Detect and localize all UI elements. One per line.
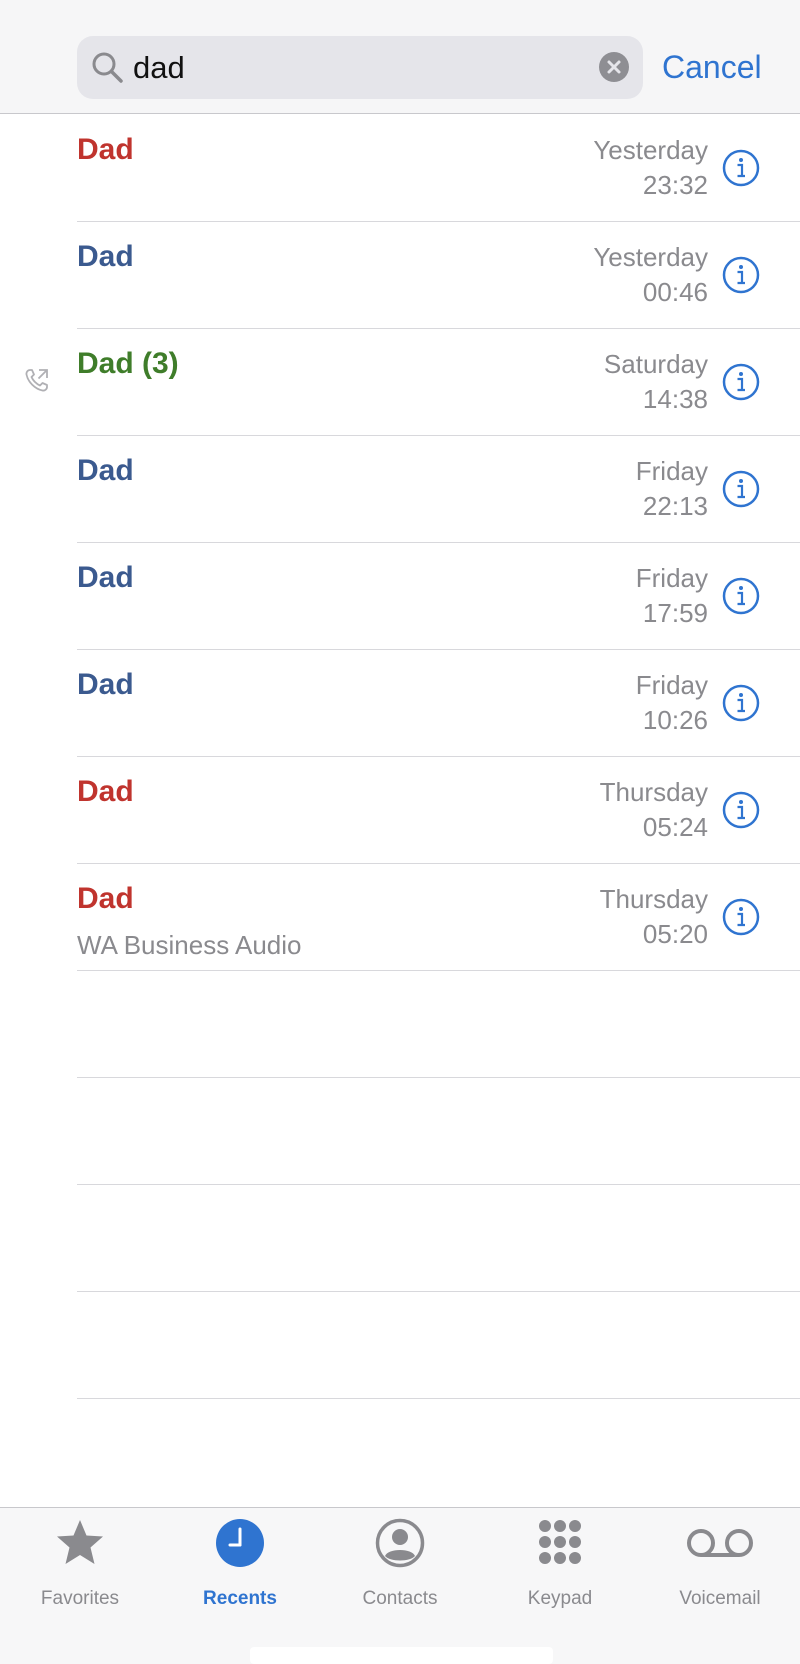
empty-list-row bbox=[0, 1292, 800, 1399]
call-day: Saturday bbox=[603, 349, 708, 379]
info-icon[interactable] bbox=[722, 256, 760, 294]
keypad-icon bbox=[539, 1520, 581, 1564]
call-day: Thursday bbox=[599, 884, 708, 914]
tab-label: Favorites bbox=[40, 1588, 120, 1609]
info-icon[interactable] bbox=[722, 898, 760, 936]
call-timestamp: Thursday 05:24 bbox=[600, 775, 708, 845]
call-row[interactable]: Dad Thursday 05:24 bbox=[0, 757, 800, 864]
tab-voicemail[interactable]: Voicemail bbox=[640, 1508, 800, 1618]
info-icon[interactable] bbox=[722, 577, 760, 615]
voicemail-icon bbox=[687, 1529, 753, 1557]
call-timestamp: Friday 10:26 bbox=[636, 668, 708, 738]
empty-list-row bbox=[0, 1185, 800, 1292]
contact-name: Dad bbox=[77, 133, 134, 166]
call-row[interactable]: Dad Yesterday 23:32 bbox=[0, 115, 800, 222]
call-type-label: WA Business Audio bbox=[77, 930, 302, 960]
call-row[interactable]: Dad Friday 17:59 bbox=[0, 543, 800, 650]
search-icon bbox=[92, 52, 123, 83]
call-day: Friday bbox=[635, 563, 708, 593]
contact-name: Dad (3) bbox=[77, 347, 179, 380]
call-row[interactable]: Dad Friday 10:26 bbox=[0, 650, 800, 757]
clear-search-button[interactable] bbox=[599, 52, 629, 82]
call-time: 00:46 bbox=[642, 277, 708, 307]
tab-label: Keypad bbox=[527, 1588, 593, 1609]
star-icon bbox=[57, 1520, 103, 1564]
search-field[interactable]: dad bbox=[77, 36, 643, 99]
info-icon[interactable] bbox=[722, 791, 760, 829]
outgoing-call-icon bbox=[24, 367, 50, 393]
call-row[interactable]: Dad Friday 22:13 bbox=[0, 436, 800, 543]
tab-bar: Favorites Recents Contacts Keypad Voicem… bbox=[0, 1507, 800, 1664]
call-time: 05:20 bbox=[642, 919, 708, 949]
call-timestamp: Saturday 14:38 bbox=[604, 347, 708, 417]
call-row[interactable]: Dad (3) Saturday 14:38 bbox=[0, 329, 800, 436]
contact-name: Dad bbox=[77, 882, 134, 915]
tab-favorites[interactable]: Favorites bbox=[0, 1508, 160, 1618]
call-day: Friday bbox=[635, 670, 708, 700]
tab-recents[interactable]: Recents bbox=[160, 1508, 320, 1618]
call-time: 10:26 bbox=[642, 705, 708, 735]
tab-label: Contacts bbox=[362, 1588, 438, 1609]
info-icon[interactable] bbox=[722, 149, 760, 187]
search-input[interactable]: dad bbox=[133, 36, 185, 99]
contact-name: Dad bbox=[77, 240, 134, 273]
empty-list-row bbox=[0, 971, 800, 1078]
call-day: Yesterday bbox=[593, 242, 708, 272]
call-time: 23:32 bbox=[642, 170, 708, 200]
call-time: 22:13 bbox=[642, 491, 708, 521]
call-timestamp: Thursday 05:20 bbox=[600, 882, 708, 952]
call-timestamp: Yesterday 00:46 bbox=[593, 240, 708, 310]
call-time: 14:38 bbox=[642, 384, 708, 414]
contact-name: Dad bbox=[77, 454, 134, 487]
tab-label: Recents bbox=[203, 1588, 277, 1609]
call-timestamp: Friday 22:13 bbox=[636, 454, 708, 524]
cancel-button[interactable]: Cancel bbox=[662, 36, 762, 99]
clock-icon bbox=[216, 1519, 264, 1567]
tab-contacts[interactable]: Contacts bbox=[320, 1508, 480, 1618]
search-header: dad Cancel bbox=[0, 0, 800, 114]
person-circle-icon bbox=[375, 1518, 425, 1568]
contact-name: Dad bbox=[77, 668, 134, 701]
tab-label: Voicemail bbox=[679, 1588, 761, 1609]
call-day: Yesterday bbox=[593, 135, 708, 165]
call-row[interactable]: Dad Yesterday 00:46 bbox=[0, 222, 800, 329]
call-day: Thursday bbox=[599, 777, 708, 807]
call-row[interactable]: Dad WA Business Audio Thursday 05:20 bbox=[0, 864, 800, 971]
recent-calls-list: Dad Yesterday 23:32 Dad Yesterday 00:46 Dad (3… bbox=[0, 115, 800, 1399]
close-icon bbox=[607, 60, 621, 74]
contact-name: Dad bbox=[77, 561, 134, 594]
info-icon[interactable] bbox=[722, 684, 760, 722]
call-timestamp: Friday 17:59 bbox=[636, 561, 708, 631]
call-timestamp: Yesterday 23:32 bbox=[593, 133, 708, 203]
call-day: Friday bbox=[635, 456, 708, 486]
contact-name: Dad bbox=[77, 775, 134, 808]
tab-keypad[interactable]: Keypad bbox=[480, 1508, 640, 1618]
info-icon[interactable] bbox=[722, 470, 760, 508]
call-time: 05:24 bbox=[642, 812, 708, 842]
call-time: 17:59 bbox=[642, 598, 708, 628]
empty-list-row bbox=[0, 1078, 800, 1185]
info-icon[interactable] bbox=[722, 363, 760, 401]
home-indicator bbox=[250, 1647, 553, 1664]
